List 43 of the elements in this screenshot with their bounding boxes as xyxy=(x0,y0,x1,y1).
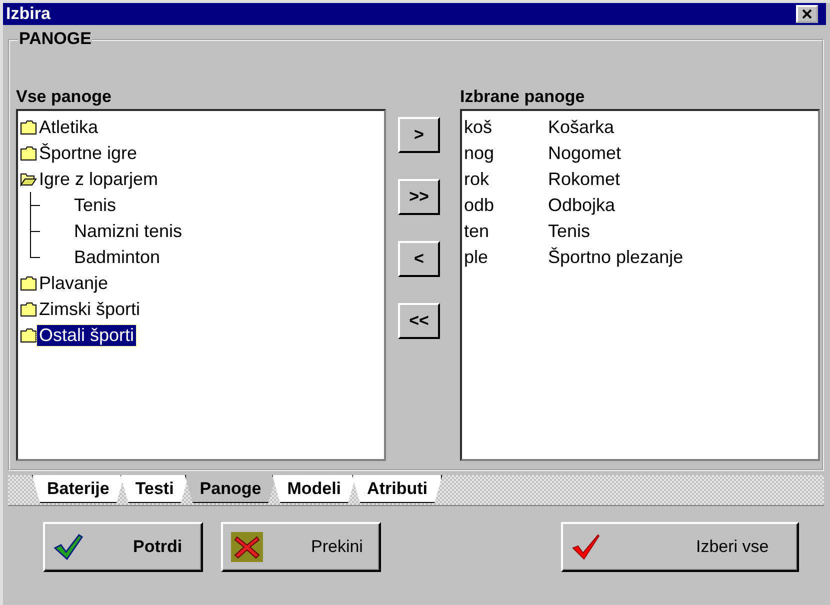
code-text: odb xyxy=(464,194,496,216)
action-button[interactable]: Potrdi xyxy=(43,522,203,572)
tree-item[interactable]: Tenis xyxy=(72,194,118,216)
cross-icon xyxy=(231,532,263,562)
tab[interactable]: Panoge xyxy=(184,475,276,503)
tab[interactable]: Modeli xyxy=(272,475,356,503)
tab[interactable]: Testi xyxy=(120,475,189,503)
code-text: rok xyxy=(464,168,490,190)
code-text: ten xyxy=(464,220,490,242)
tree-item[interactable]: Plavanje xyxy=(37,272,110,294)
list-box[interactable]: koš Košarka nog Nogomet rok Rokomet odb Odbojka ten Tenis ple Športno plezanje xyxy=(460,109,820,461)
move-button[interactable]: >> xyxy=(398,179,440,215)
tree-item[interactable]: Ostali športi xyxy=(37,324,136,346)
checkmark-icon xyxy=(53,532,83,560)
move-button[interactable]: > xyxy=(398,117,440,153)
action-button[interactable]: Izberi vse xyxy=(561,522,799,572)
move-button[interactable]: < xyxy=(398,241,440,277)
sport-name: Tenis xyxy=(548,220,590,242)
tab[interactable]: Baterije xyxy=(32,475,124,503)
sport-name: Rokomet xyxy=(548,168,620,190)
close-button[interactable] xyxy=(796,5,818,23)
tree-list[interactable]: Atletika Športne igre Igre z loparjem Tenis Namizni tenis Badminton Plavanje Zimski športi Ostali športi xyxy=(16,109,386,461)
sport-name: Košarka xyxy=(548,116,614,138)
close-icon xyxy=(802,9,812,19)
code-text: ple xyxy=(464,246,490,268)
tree-item[interactable]: Namizni tenis xyxy=(72,220,184,242)
tree-item[interactable]: Zimski športi xyxy=(37,298,142,320)
sport-name: Športno plezanje xyxy=(548,246,684,268)
checkmark-icon xyxy=(571,532,601,560)
code-text: nog xyxy=(464,142,496,164)
tree-item[interactable]: Športne igre xyxy=(37,142,140,164)
list-label: Izbrane panoge xyxy=(460,87,586,107)
list-label: Vse panoge xyxy=(16,87,112,107)
tree-item[interactable]: Badminton xyxy=(72,246,162,268)
action-button[interactable]: Prekini xyxy=(221,522,381,572)
code-text: koš xyxy=(464,116,494,138)
sport-name: Odbojka xyxy=(548,194,616,216)
tree-item[interactable]: Igre z loparjem xyxy=(37,168,160,190)
move-button[interactable]: << xyxy=(398,303,440,339)
tree-item[interactable]: Atletika xyxy=(37,116,100,138)
tab[interactable]: Atributi xyxy=(352,475,442,503)
window-title: Izbira xyxy=(6,4,50,24)
sport-name: Nogomet xyxy=(548,142,622,164)
